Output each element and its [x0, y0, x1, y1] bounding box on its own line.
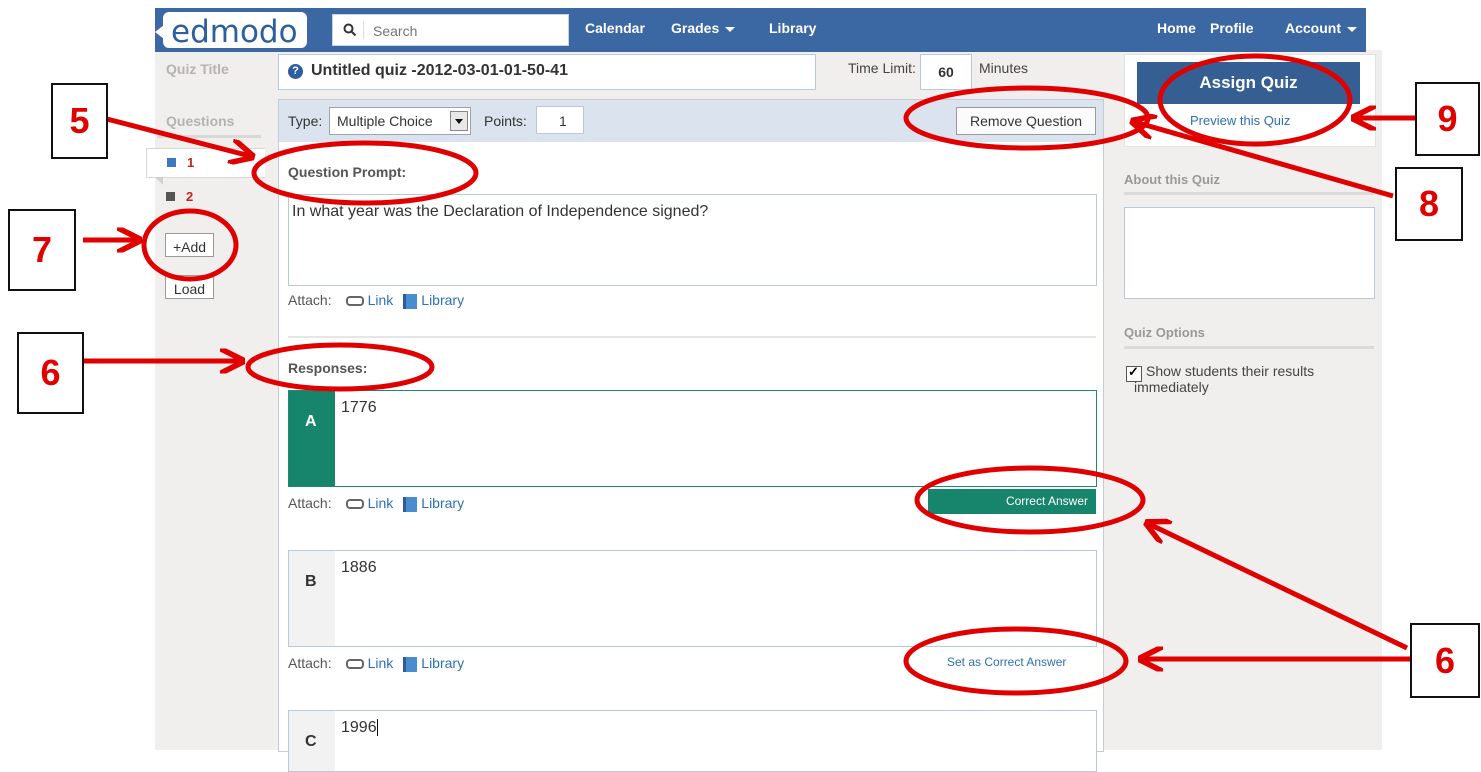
attach-label: Attach:: [288, 292, 332, 308]
question-prompt-text: In what year was the Declaration of Inde…: [292, 203, 709, 220]
annotation-label: 7: [8, 209, 76, 291]
question-prompt-textarea[interactable]: In what year was the Declaration of Inde…: [288, 194, 1097, 286]
chevron-down-icon: [1347, 26, 1357, 32]
search-icon: [341, 21, 364, 39]
questions-divider: [157, 135, 261, 138]
response-text: 1886: [341, 559, 377, 576]
correct-answer-badge: Correct Answer: [928, 489, 1096, 514]
response-b-attach-row: Attach: Link Library: [288, 655, 464, 672]
quiz-title-label: Quiz Title: [166, 61, 229, 77]
nav-profile[interactable]: Profile: [1210, 20, 1254, 36]
time-limit-input[interactable]: 60: [920, 54, 972, 90]
link-icon: [345, 296, 364, 307]
attach-link[interactable]: Link: [368, 292, 394, 308]
about-quiz-label: About this Quiz: [1124, 172, 1221, 187]
response-c[interactable]: C 1996: [288, 710, 1097, 772]
attach-link[interactable]: Link: [368, 495, 394, 511]
response-letter: A: [289, 391, 335, 486]
section-divider: [288, 336, 1096, 338]
about-quiz-textarea[interactable]: [1124, 207, 1375, 299]
add-question-button[interactable]: +Add: [165, 233, 214, 257]
attach-library[interactable]: Library: [421, 292, 464, 308]
search-box[interactable]: [332, 14, 569, 46]
prompt-attach-row: Attach: Link Library: [288, 292, 464, 309]
points-input[interactable]: 1: [536, 106, 584, 134]
set-correct-answer-link[interactable]: Set as Correct Answer: [947, 655, 1066, 669]
response-b[interactable]: B 1886: [288, 550, 1097, 647]
attach-library[interactable]: Library: [421, 655, 464, 671]
edmodo-logo[interactable]: edmodo: [155, 12, 307, 50]
load-question-button[interactable]: Load: [165, 275, 214, 299]
questions-label: Questions: [166, 113, 235, 129]
about-divider: [1124, 192, 1374, 195]
time-limit-label: Time Limit:: [848, 60, 916, 76]
text-cursor: [376, 719, 378, 736]
attach-label: Attach:: [288, 495, 332, 511]
attach-label: Attach:: [288, 655, 332, 671]
remove-question-button[interactable]: Remove Question: [956, 107, 1096, 135]
dropdown-arrow-icon: [450, 111, 468, 131]
library-icon: [403, 293, 418, 309]
library-icon: [403, 496, 418, 512]
type-label: Type:: [288, 113, 323, 129]
minutes-label: Minutes: [979, 60, 1029, 76]
nav-library[interactable]: Library: [769, 20, 816, 36]
attach-link[interactable]: Link: [368, 655, 394, 671]
response-letter: B: [289, 551, 335, 646]
question-status-icon: [167, 158, 176, 167]
nav-account-label: Account: [1285, 20, 1341, 36]
attach-library[interactable]: Library: [421, 495, 464, 511]
help-icon: ?: [288, 64, 303, 79]
nav-home[interactable]: Home: [1157, 20, 1196, 36]
annotation-label: 6: [17, 332, 84, 414]
quiz-options-label: Quiz Options: [1124, 325, 1205, 340]
chevron-down-icon: [725, 26, 736, 32]
response-a[interactable]: A 1776: [288, 390, 1097, 487]
question-type-select[interactable]: Multiple Choice: [329, 107, 471, 135]
annotation-label: 6: [1410, 623, 1480, 698]
question-number: 2: [186, 189, 194, 204]
assign-quiz-button[interactable]: Assign Quiz: [1137, 62, 1360, 104]
logo-notch: [155, 25, 164, 39]
question-item-2[interactable]: 2: [160, 188, 260, 208]
response-text: 1776: [341, 399, 377, 416]
quiz-title-input[interactable]: ? Untitled quiz -2012-03-01-01-50-41: [278, 54, 816, 90]
nav-grades-label: Grades: [671, 20, 720, 36]
show-results-label: Show students their results immediately: [1134, 363, 1315, 395]
response-a-attach-row: Attach: Link Library: [288, 495, 464, 512]
annotation-label: 8: [1395, 167, 1463, 241]
link-icon: [345, 659, 364, 670]
question-status-icon: [166, 192, 175, 201]
response-letter: C: [289, 711, 335, 771]
preview-quiz-link[interactable]: Preview this Quiz: [1190, 113, 1290, 128]
points-label: Points:: [484, 113, 527, 129]
quiz-title-text: Untitled quiz -2012-03-01-01-50-41: [311, 62, 568, 79]
annotation-label: 5: [51, 83, 108, 159]
question-item-1[interactable]: 1: [146, 148, 265, 178]
annotation-label: 9: [1415, 82, 1480, 156]
search-input[interactable]: [371, 20, 565, 42]
responses-label: Responses:: [288, 360, 368, 376]
nav-grades[interactable]: Grades: [671, 20, 736, 36]
question-type-value: Multiple Choice: [337, 113, 433, 129]
link-icon: [345, 499, 364, 510]
question-prompt-label: Question Prompt:: [288, 164, 407, 180]
nav-account[interactable]: Account: [1285, 20, 1357, 36]
library-icon: [403, 656, 418, 672]
logo-text: edmodo: [171, 14, 298, 50]
response-text: 1996: [341, 719, 378, 736]
nav-calendar[interactable]: Calendar: [585, 20, 645, 36]
options-divider: [1124, 346, 1374, 349]
question-tab-fold: [155, 177, 163, 185]
question-number: 1: [187, 155, 195, 170]
